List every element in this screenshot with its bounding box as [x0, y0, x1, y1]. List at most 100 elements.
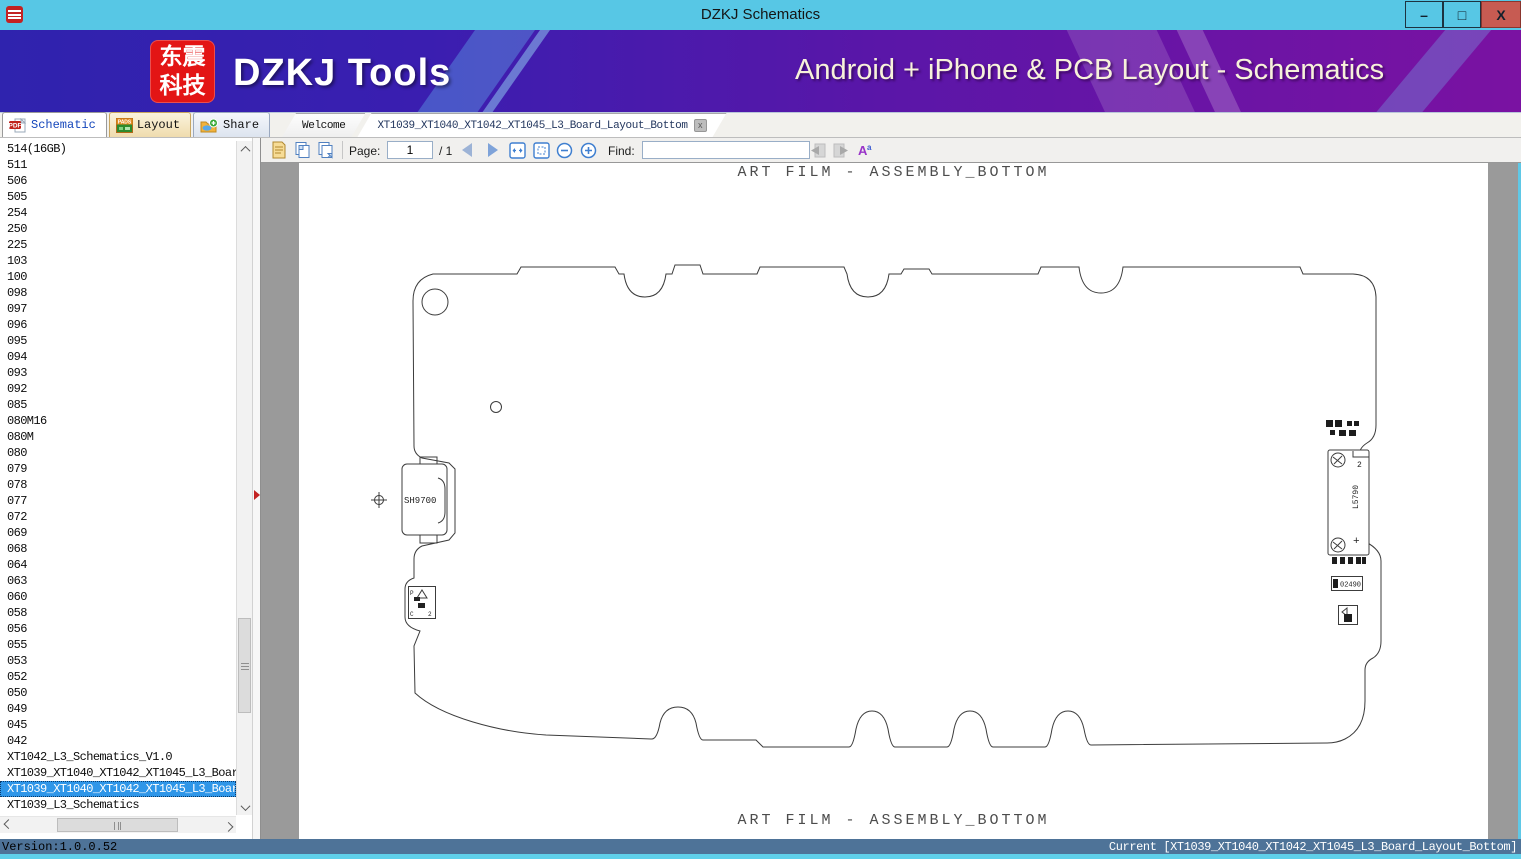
find-next-button[interactable]	[831, 140, 851, 160]
next-page-button[interactable]	[483, 140, 503, 160]
status-bar: Version:1.0.0.52 Current [XT1039_XT1040_…	[0, 839, 1521, 859]
thumb-grip	[241, 663, 249, 670]
close-button[interactable]: X	[1481, 1, 1521, 28]
list-item[interactable]: 100	[0, 269, 236, 285]
list-item[interactable]: XT1042_L3_Schematics_V1.0	[0, 749, 236, 765]
zoom-out-button[interactable]	[554, 140, 574, 160]
list-item[interactable]: 079	[0, 461, 236, 477]
list-item[interactable]: 225	[0, 237, 236, 253]
list-item[interactable]: 097	[0, 301, 236, 317]
list-item[interactable]: 511	[0, 157, 236, 173]
list-item[interactable]: 080M16	[0, 413, 236, 429]
sidebar-horizontal-scrollbar[interactable]	[0, 816, 236, 833]
current-document-label: Current [XT1039_XT1040_XT1042_XT1045_L3_…	[1108, 840, 1517, 854]
pads-icon: PADS	[115, 117, 133, 133]
find-input[interactable]	[642, 141, 810, 159]
sidebar-splitter[interactable]	[252, 138, 260, 839]
list-item[interactable]: 077	[0, 493, 236, 509]
svg-text:02490: 02490	[1340, 582, 1361, 590]
list-item[interactable]: 103	[0, 253, 236, 269]
list-item[interactable]: 254	[0, 205, 236, 221]
fit-width-icon	[508, 141, 526, 159]
list-item[interactable]: 045	[0, 717, 236, 733]
list-item[interactable]: 098	[0, 285, 236, 301]
mounting-hole	[421, 288, 449, 316]
chevron-left-icon	[3, 818, 13, 829]
tab-schematic-label: Schematic	[31, 118, 96, 132]
doc-tab-welcome[interactable]: Welcome	[282, 113, 365, 137]
list-item[interactable]: 063	[0, 573, 236, 589]
find-previous-button[interactable]	[807, 140, 827, 160]
list-item[interactable]: 080M	[0, 429, 236, 445]
maximize-button[interactable]: □	[1443, 1, 1481, 28]
content-area: 514(16GB) 511 506 505 254 250 225 103 100 098 097 0…	[0, 138, 1521, 839]
scroll-up-button[interactable]	[237, 141, 253, 157]
list-item[interactable]: XT1039_XT1040_XT1042_XT1045_L3_Board_L	[0, 781, 236, 797]
list-item[interactable]: 078	[0, 477, 236, 493]
svg-text:P: P	[410, 590, 414, 597]
component-sh9700: SH9700	[401, 456, 448, 544]
pdf-viewer[interactable]: ART FILM - ASSEMBLY_BOTTOM ART FILM - AS…	[261, 163, 1521, 839]
list-item[interactable]: 072	[0, 509, 236, 525]
match-case-button[interactable]: A a	[855, 140, 875, 160]
splitter-collapse-icon[interactable]	[254, 490, 260, 500]
list-item[interactable]: 093	[0, 365, 236, 381]
list-item[interactable]: XT1039_XT1040_XT1042_XT1045_L3_Board_L	[0, 765, 236, 781]
chevron-down-icon	[240, 800, 250, 811]
list-item[interactable]: 053	[0, 653, 236, 669]
list-item[interactable]: 056	[0, 621, 236, 637]
list-item[interactable]: 042	[0, 733, 236, 749]
previous-page-button[interactable]	[457, 140, 477, 160]
list-item[interactable]: 055	[0, 637, 236, 653]
list-item[interactable]: 085	[0, 397, 236, 413]
list-item[interactable]: 514(16GB)	[0, 141, 236, 157]
doc-tab-board-layout[interactable]: XT1039_XT1040_XT1042_XT1045_L3_Board_Lay…	[357, 113, 726, 137]
zoom-in-button[interactable]	[578, 140, 598, 160]
pdf-icon: PDF	[9, 117, 27, 132]
list-item[interactable]: 060	[0, 589, 236, 605]
list-item[interactable]: 250	[0, 221, 236, 237]
copy-page-button[interactable]	[293, 140, 313, 160]
svg-text:C: C	[410, 611, 414, 618]
horizontal-scroll-thumb[interactable]	[57, 818, 178, 832]
scroll-right-button[interactable]	[220, 817, 236, 833]
snapshot-button[interactable]	[316, 140, 336, 160]
list-item[interactable]: 058	[0, 605, 236, 621]
pcb-board-drawing: SH9700 P C 2 2 + L5790 02490	[371, 264, 1382, 748]
copy-pages-icon	[295, 142, 310, 158]
doc-tab-board-layout-label: XT1039_XT1040_XT1042_XT1045_L3_Board_Lay…	[377, 119, 688, 132]
page-number-input[interactable]	[387, 141, 433, 159]
list-item[interactable]: 505	[0, 189, 236, 205]
minimize-button[interactable]: –	[1405, 1, 1443, 28]
list-item[interactable]: 050	[0, 685, 236, 701]
component-small-left: P C 2	[408, 586, 436, 619]
fit-page-button[interactable]	[531, 140, 551, 160]
page-total-label: / 1	[439, 144, 453, 158]
tab-bar: PDF Schematic PADS Layout Share Welcome …	[0, 112, 1521, 138]
vertical-scroll-thumb[interactable]	[238, 618, 251, 713]
next-page-icon	[488, 143, 498, 157]
list-item[interactable]: 080	[0, 445, 236, 461]
list-item[interactable]: 092	[0, 381, 236, 397]
list-item[interactable]: 049	[0, 701, 236, 717]
scroll-left-button[interactable]	[0, 817, 16, 833]
list-item[interactable]: 069	[0, 525, 236, 541]
doc-tab-close-icon[interactable]: x	[694, 119, 707, 132]
tab-schematic[interactable]: PDF Schematic	[2, 112, 107, 137]
fit-width-button[interactable]	[507, 140, 527, 160]
list-item[interactable]: 052	[0, 669, 236, 685]
list-item[interactable]: 094	[0, 349, 236, 365]
export-page-button[interactable]	[269, 140, 289, 160]
list-item[interactable]: 506	[0, 173, 236, 189]
scroll-down-button[interactable]	[237, 799, 253, 815]
list-item[interactable]: 068	[0, 541, 236, 557]
tab-share[interactable]: Share	[193, 112, 271, 137]
list-item[interactable]: 096	[0, 317, 236, 333]
list-item[interactable]: 095	[0, 333, 236, 349]
copy-fold-icon	[318, 142, 333, 159]
sidebar-vertical-scrollbar[interactable]	[236, 141, 253, 815]
list-item[interactable]: 064	[0, 557, 236, 573]
tab-layout[interactable]: PADS Layout	[108, 112, 192, 137]
list-item[interactable]: XT1039_L3_Schematics	[0, 797, 236, 813]
doc-tab-welcome-label: Welcome	[302, 119, 346, 132]
